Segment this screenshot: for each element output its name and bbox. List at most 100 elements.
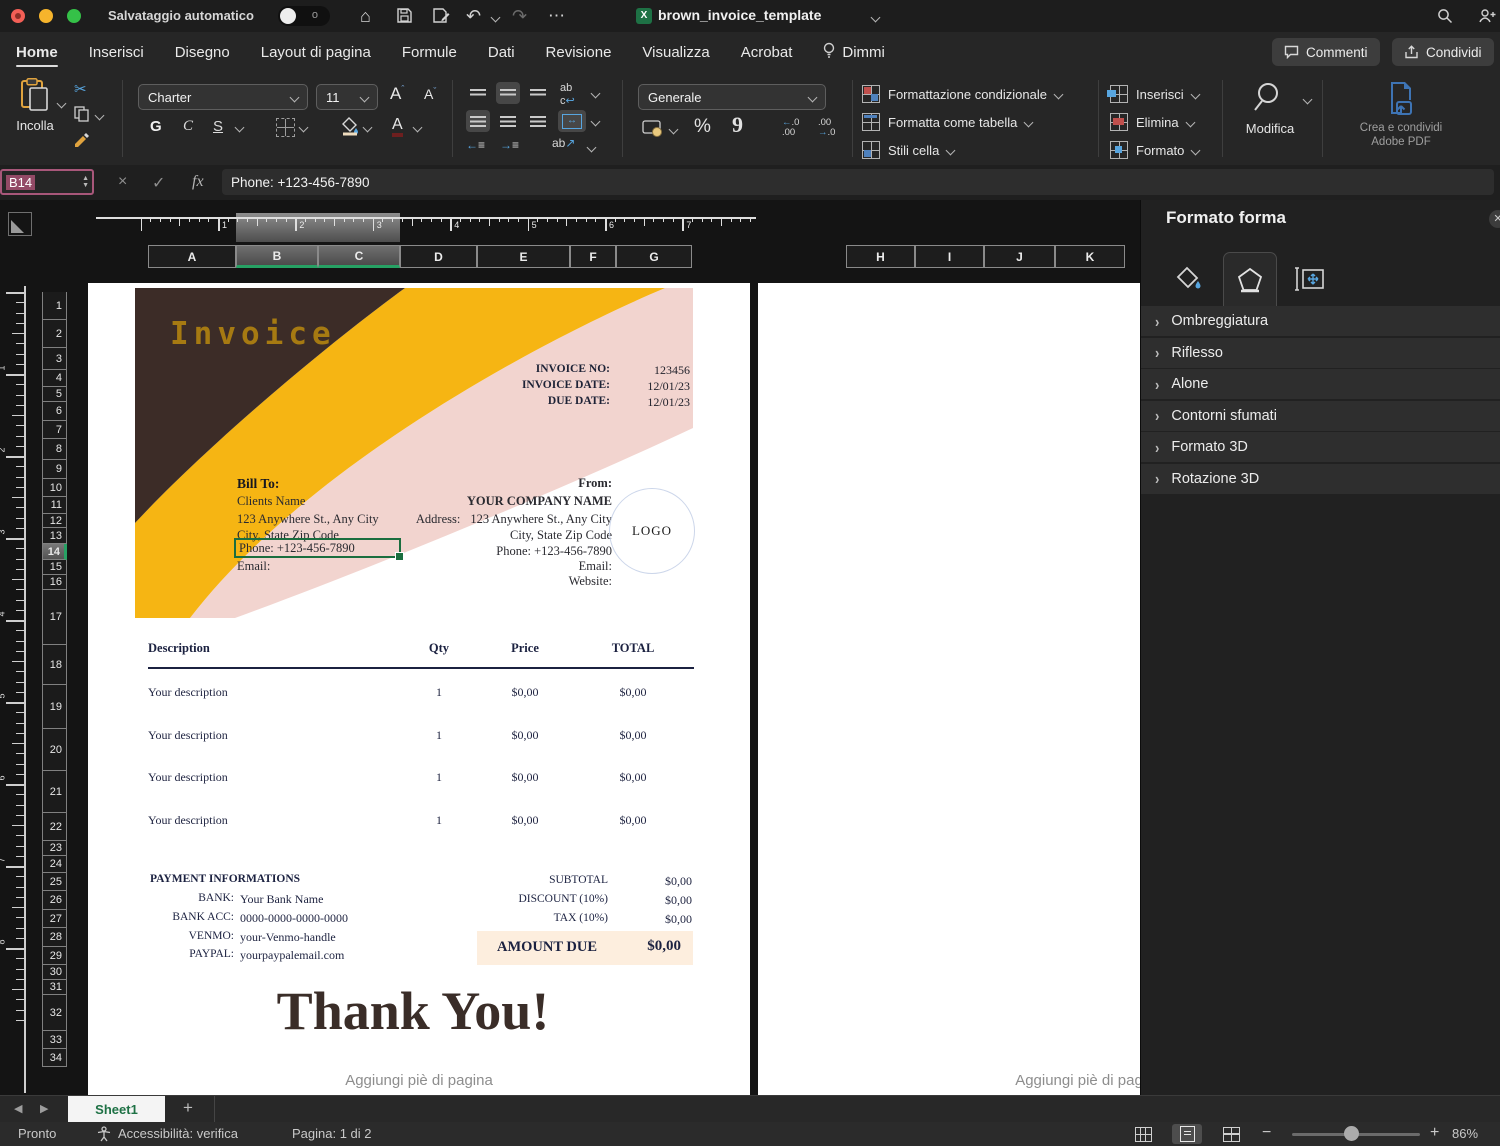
- row-header-11[interactable]: 11: [42, 497, 67, 514]
- home-icon[interactable]: ⌂: [360, 6, 371, 26]
- row-header-17[interactable]: 17: [42, 590, 67, 645]
- paste-dropdown-chevron[interactable]: [56, 98, 67, 109]
- row-header-34[interactable]: 34: [42, 1049, 67, 1067]
- undo-icon[interactable]: ↶: [466, 6, 481, 26]
- row-header-28[interactable]: 28: [42, 928, 67, 947]
- table-cell[interactable]: $0,00: [593, 813, 673, 828]
- decrease-decimal-icon[interactable]: .00 →.0: [818, 118, 835, 138]
- pane-section-alone[interactable]: › Alone: [1141, 369, 1500, 399]
- share-button[interactable]: Condividi: [1392, 38, 1494, 66]
- add-sheet-icon[interactable]: +: [183, 1098, 193, 1118]
- row-header-15[interactable]: 15: [42, 560, 67, 575]
- paste-button[interactable]: Incolla: [12, 78, 58, 133]
- table-cell[interactable]: $0,00: [488, 728, 562, 743]
- decrease-indent-icon[interactable]: ←≡: [466, 138, 485, 152]
- percent-style-icon[interactable]: %: [694, 116, 711, 138]
- row-header-18[interactable]: 18: [42, 645, 67, 685]
- pane-section-formato-3d[interactable]: › Formato 3D: [1141, 432, 1500, 462]
- minimize-window-button[interactable]: [39, 9, 53, 23]
- name-box-spinner[interactable]: ▲ ▼: [82, 171, 89, 193]
- prev-sheet-icon[interactable]: ◀: [14, 1102, 22, 1115]
- search-icon[interactable]: [1437, 8, 1453, 24]
- accessibility-status[interactable]: Accessibilità: verifica: [118, 1126, 238, 1141]
- fill-color-chevron[interactable]: [362, 122, 373, 133]
- select-all-corner[interactable]: [8, 212, 32, 236]
- table-cell[interactable]: $0,00: [593, 685, 673, 700]
- row-header-31[interactable]: 31: [42, 980, 67, 995]
- borders-icon[interactable]: [276, 118, 295, 137]
- align-bottom-icon[interactable]: [526, 82, 550, 104]
- row-header-9[interactable]: 9: [42, 460, 67, 479]
- copy-dropdown-chevron[interactable]: [94, 110, 105, 121]
- row-header-33[interactable]: 33: [42, 1031, 67, 1049]
- table-cell[interactable]: 1: [404, 770, 474, 785]
- pane-section-riflesso[interactable]: › Riflesso: [1141, 337, 1500, 368]
- row-header-26[interactable]: 26: [42, 891, 67, 910]
- add-footer-hint[interactable]: Aggiungi piè di pagina: [88, 1072, 750, 1089]
- autosave-toggle[interactable]: o: [278, 6, 330, 26]
- ribbon-tab-acrobat[interactable]: Acrobat: [741, 32, 793, 72]
- pane-tab-fill-line[interactable]: [1163, 252, 1215, 305]
- table-cell[interactable]: Your description: [148, 813, 398, 828]
- row-header-3[interactable]: 3: [42, 348, 67, 370]
- decrease-font-icon[interactable]: Aˇ: [424, 86, 436, 102]
- row-header-25[interactable]: 25: [42, 873, 67, 891]
- accounting-format-icon[interactable]: [642, 118, 664, 138]
- font-size-select[interactable]: 11: [316, 84, 378, 110]
- table-cell[interactable]: 1: [404, 685, 474, 700]
- table-cell[interactable]: $0,00: [488, 685, 562, 700]
- align-left-icon[interactable]: [466, 110, 490, 132]
- save-as-icon[interactable]: [432, 7, 450, 24]
- table-cell[interactable]: 1: [404, 813, 474, 828]
- underline-chevron[interactable]: [234, 122, 245, 133]
- zoom-slider-knob[interactable]: [1344, 1126, 1359, 1141]
- row-header-23[interactable]: 23: [42, 841, 67, 856]
- comma-style-icon[interactable]: 9: [732, 112, 743, 138]
- column-header-d[interactable]: D: [400, 245, 477, 268]
- name-box[interactable]: B14 ▲ ▼: [0, 169, 94, 195]
- adobe-pdf-button[interactable]: Crea e condividi Adobe PDF: [1336, 80, 1466, 149]
- pane-tab-size-properties[interactable]: [1283, 252, 1335, 305]
- insert-cells-button[interactable]: Inserisci: [1107, 85, 1201, 103]
- row-header-30[interactable]: 30: [42, 965, 67, 980]
- align-middle-icon[interactable]: [496, 82, 520, 104]
- confirm-entry-icon[interactable]: ✓: [152, 173, 165, 193]
- table-cell[interactable]: Your description: [148, 685, 398, 700]
- column-header-f[interactable]: F: [570, 245, 616, 268]
- close-pane-icon[interactable]: ✕: [1489, 210, 1500, 228]
- zoom-level[interactable]: 86%: [1452, 1126, 1478, 1141]
- cut-icon[interactable]: ✂: [74, 80, 87, 98]
- wrap-text-icon[interactable]: ab c↩: [560, 82, 575, 107]
- format-painter-icon[interactable]: [72, 132, 92, 152]
- increase-decimal-icon[interactable]: ←.0.00: [782, 118, 799, 138]
- cell-styles-button[interactable]: Stili cella: [862, 141, 956, 159]
- table-cell[interactable]: $0,00: [488, 770, 562, 785]
- font-color-chevron[interactable]: [412, 122, 423, 133]
- close-window-button[interactable]: [11, 9, 25, 23]
- pane-tab-effects[interactable]: [1223, 252, 1277, 306]
- orientation-icon[interactable]: ab↗: [552, 136, 575, 150]
- merge-center-icon[interactable]: ↔: [558, 110, 586, 132]
- align-right-icon[interactable]: [526, 110, 550, 132]
- merge-chevron[interactable]: [590, 116, 601, 127]
- zoom-out-icon[interactable]: −: [1262, 1124, 1271, 1142]
- ribbon-tab-dati[interactable]: Dati: [488, 32, 515, 72]
- column-header-g[interactable]: G: [616, 245, 692, 268]
- column-header-k[interactable]: K: [1055, 245, 1125, 268]
- orientation-chevron[interactable]: [586, 142, 597, 153]
- row-header-1[interactable]: 1: [42, 292, 67, 320]
- borders-chevron[interactable]: [298, 122, 309, 133]
- underline-button[interactable]: S: [213, 118, 223, 135]
- formula-input[interactable]: Phone: +123-456-7890: [222, 169, 1494, 195]
- title-dropdown-chevron[interactable]: [870, 12, 881, 23]
- conditional-formatting-button[interactable]: Formattazione condizionale: [862, 85, 1064, 103]
- edit-find-button[interactable]: Modifica: [1238, 80, 1302, 136]
- pane-section-contorni-sfumati[interactable]: › Contorni sfumati: [1141, 400, 1500, 431]
- row-header-2[interactable]: 2: [42, 320, 67, 348]
- row-header-6[interactable]: 6: [42, 402, 67, 421]
- pane-section-rotazione-3d[interactable]: › Rotazione 3D: [1141, 463, 1500, 494]
- row-header-13[interactable]: 13: [42, 528, 67, 544]
- column-header-a[interactable]: A: [148, 245, 236, 268]
- row-header-8[interactable]: 8: [42, 439, 67, 460]
- row-header-16[interactable]: 16: [42, 575, 67, 590]
